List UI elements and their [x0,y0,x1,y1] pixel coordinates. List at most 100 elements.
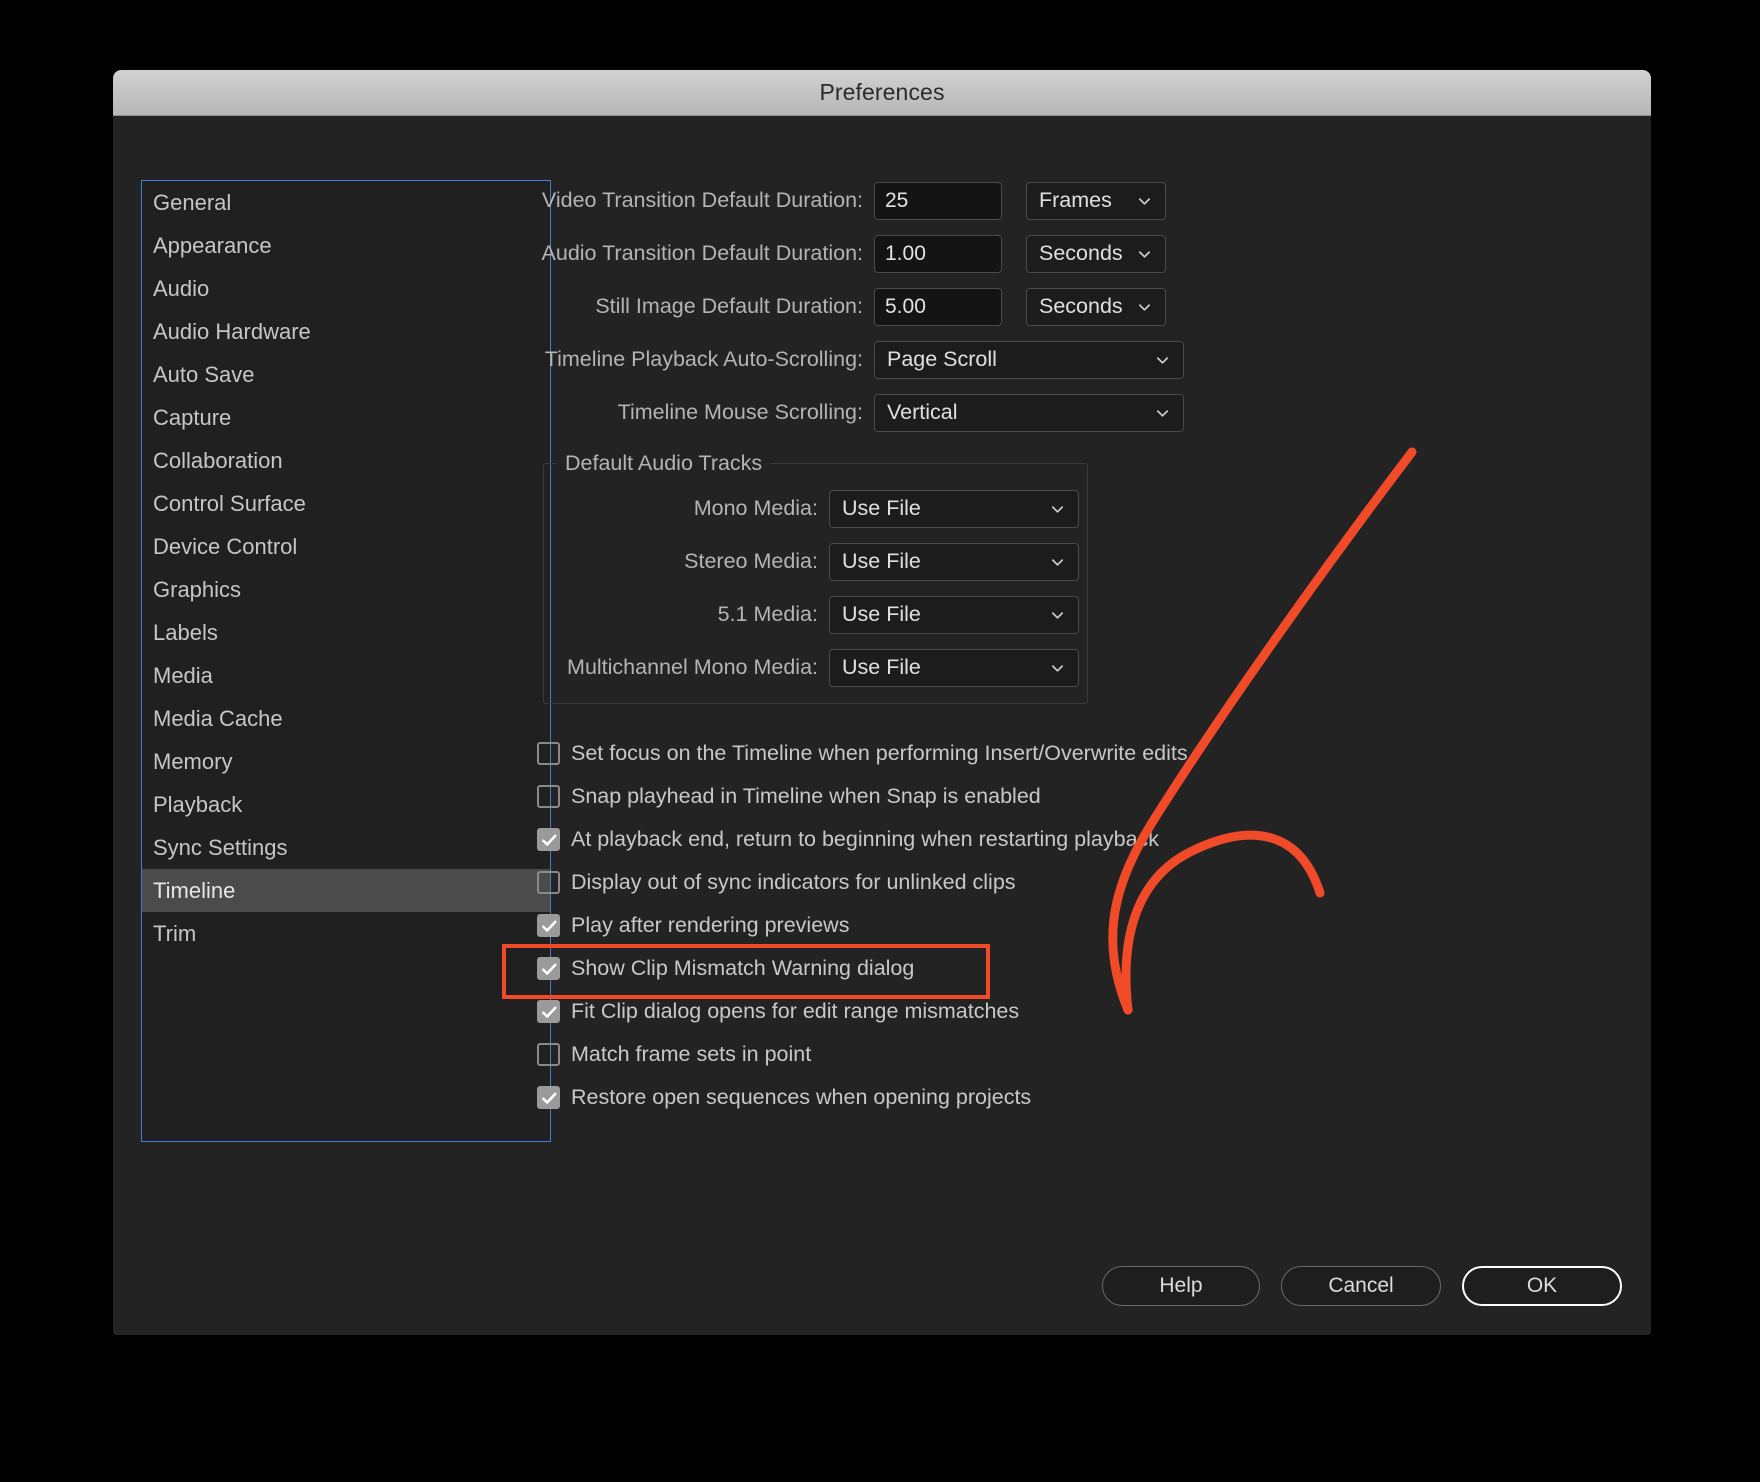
sidebar-item-graphics[interactable]: Graphics [142,568,550,611]
checkbox-unchecked-icon[interactable] [537,871,560,894]
timeline-options-checklist: Set focus on the Timeline when performin… [537,732,1623,1119]
scrolling-row: Timeline Playback Auto-Scrolling: Page Sc… [533,333,1623,386]
checkbox-unchecked-icon[interactable] [537,1043,560,1066]
sidebar-item-media[interactable]: Media [142,654,550,697]
scrolling-row: Timeline Mouse Scrolling: Vertical [533,386,1623,439]
audio-track-select-value: Use File [842,655,921,679]
sidebar-item-capture[interactable]: Capture [142,396,550,439]
audio-track-row: Mono Media: Use File [543,482,1088,535]
sidebar-item-audio-hardware[interactable]: Audio Hardware [142,310,550,353]
highlight-box [502,944,990,999]
scrolling-select-value: Page Scroll [887,347,997,371]
duration-row: Still Image Default Duration: Seconds [533,280,1623,333]
sidebar-item-timeline[interactable]: Timeline [142,869,550,912]
checkbox-unchecked-icon[interactable] [537,785,560,808]
scrolling-select[interactable]: Page Scroll [874,340,1184,379]
field-label: Audio Transition Default Duration: [541,241,863,265]
sidebar-item-playback[interactable]: Playback [142,783,550,826]
audio-track-rows: Mono Media: Use File Stereo Media: Use File… [543,451,1088,694]
duration-row: Video Transition Default Duration: Frames [533,174,1623,227]
sidebar-item-audio[interactable]: Audio [142,267,550,310]
option-label: Fit Clip dialog opens for edit range mis… [571,999,1020,1023]
field-label: Video Transition Default Duration: [541,188,863,212]
checkbox-unchecked-icon[interactable] [537,742,560,765]
unit-select-value: Seconds [1039,241,1123,265]
audio-track-select[interactable]: Use File [829,542,1079,581]
cancel-button[interactable]: Cancel [1281,1266,1441,1306]
help-button[interactable]: Help [1102,1266,1260,1306]
option-checkbox-row[interactable]: Display out of sync indicators for unlin… [537,861,1623,904]
unit-select-value: Seconds [1039,294,1123,318]
chevron-down-icon [1050,554,1065,569]
scrolling-selects-group: Timeline Playback Auto-Scrolling: Page Sc… [533,333,1623,439]
audio-track-select-value: Use File [842,602,921,626]
duration-row: Audio Transition Default Duration: Second… [533,227,1623,280]
unit-select-value: Frames [1039,188,1112,212]
chevron-down-icon [1137,299,1152,314]
sidebar-item-media-cache[interactable]: Media Cache [142,697,550,740]
sidebar-item-collaboration[interactable]: Collaboration [142,439,550,482]
checkbox-checked-icon[interactable] [537,828,560,851]
checkbox-checked-icon[interactable] [537,1000,560,1023]
unit-select[interactable]: Seconds [1026,287,1166,326]
option-label: Set focus on the Timeline when performin… [571,741,1188,765]
audio-track-select[interactable]: Use File [829,595,1079,634]
chevron-down-icon [1050,501,1065,516]
sidebar-item-general[interactable]: General [142,181,550,224]
option-checkbox-row[interactable]: Restore open sequences when opening proj… [537,1076,1623,1119]
option-checkbox-row[interactable]: Set focus on the Timeline when performin… [537,732,1623,775]
chevron-down-icon [1137,193,1152,208]
preferences-category-list[interactable]: General Appearance Audio Audio Hardware Auto… [141,180,551,1142]
scrolling-select-value: Vertical [887,400,958,424]
dialog-body: General Appearance Audio Audio Hardware Auto… [113,116,1651,1335]
audio-track-row: 5.1 Media: Use File [543,588,1088,641]
option-label: Snap playhead in Timeline when Snap is e… [571,784,1041,808]
screen: Preferences General Appearance Audio Audio … [0,0,1760,1482]
audio-track-select-value: Use File [842,549,921,573]
select-label: Timeline Mouse Scrolling: [617,400,863,424]
ok-button[interactable]: OK [1462,1266,1622,1306]
preferences-dialog: Preferences General Appearance Audio Audio … [113,70,1651,1335]
option-label: Match frame sets in point [571,1042,812,1066]
chevron-down-icon [1050,660,1065,675]
sidebar-item-labels[interactable]: Labels [142,611,550,654]
duration-fields-group: Video Transition Default Duration: Frames… [533,174,1623,333]
sidebar-item-memory[interactable]: Memory [142,740,550,783]
option-label: At playback end, return to beginning whe… [571,827,1160,851]
select-label: Timeline Playback Auto-Scrolling: [544,347,863,371]
audio-track-select[interactable]: Use File [829,648,1079,687]
checkbox-checked-icon[interactable] [537,914,560,937]
duration-input[interactable] [874,287,1002,326]
unit-select[interactable]: Frames [1026,181,1166,220]
sidebar-item-trim[interactable]: Trim [142,912,550,955]
option-checkbox-row[interactable]: At playback end, return to beginning whe… [537,818,1623,861]
option-checkbox-row[interactable]: Match frame sets in point [537,1033,1623,1076]
unit-select[interactable]: Seconds [1026,234,1166,273]
option-checkbox-row[interactable]: Snap playhead in Timeline when Snap is e… [537,775,1623,818]
default-audio-tracks-group: Default Audio Tracks Mono Media: Use File… [543,451,1088,704]
sidebar-item-sync-settings[interactable]: Sync Settings [142,826,550,869]
chevron-down-icon [1137,246,1152,261]
option-label: Display out of sync indicators for unlin… [571,870,1016,894]
audio-track-label: Stereo Media: [684,549,818,573]
dialog-footer-buttons: Help Cancel OK [1102,1266,1622,1306]
sidebar-item-auto-save[interactable]: Auto Save [142,353,550,396]
dialog-title: Preferences [819,79,945,105]
audio-track-select[interactable]: Use File [829,489,1079,528]
audio-track-row: Stereo Media: Use File [543,535,1088,588]
scrolling-select[interactable]: Vertical [874,393,1184,432]
option-checkbox-row[interactable]: Play after rendering previews [537,904,1623,947]
audio-track-label: Multichannel Mono Media: [567,655,818,679]
chevron-down-icon [1155,352,1170,367]
sidebar-item-device-control[interactable]: Device Control [142,525,550,568]
dialog-titlebar: Preferences [113,70,1651,116]
duration-input[interactable] [874,181,1002,220]
chevron-down-icon [1155,405,1170,420]
audio-track-select-value: Use File [842,496,921,520]
option-label: Play after rendering previews [571,913,850,937]
sidebar-item-appearance[interactable]: Appearance [142,224,550,267]
checkbox-checked-icon[interactable] [537,1086,560,1109]
sidebar-item-control-surface[interactable]: Control Surface [142,482,550,525]
duration-input[interactable] [874,234,1002,273]
field-label: Still Image Default Duration: [595,294,863,318]
